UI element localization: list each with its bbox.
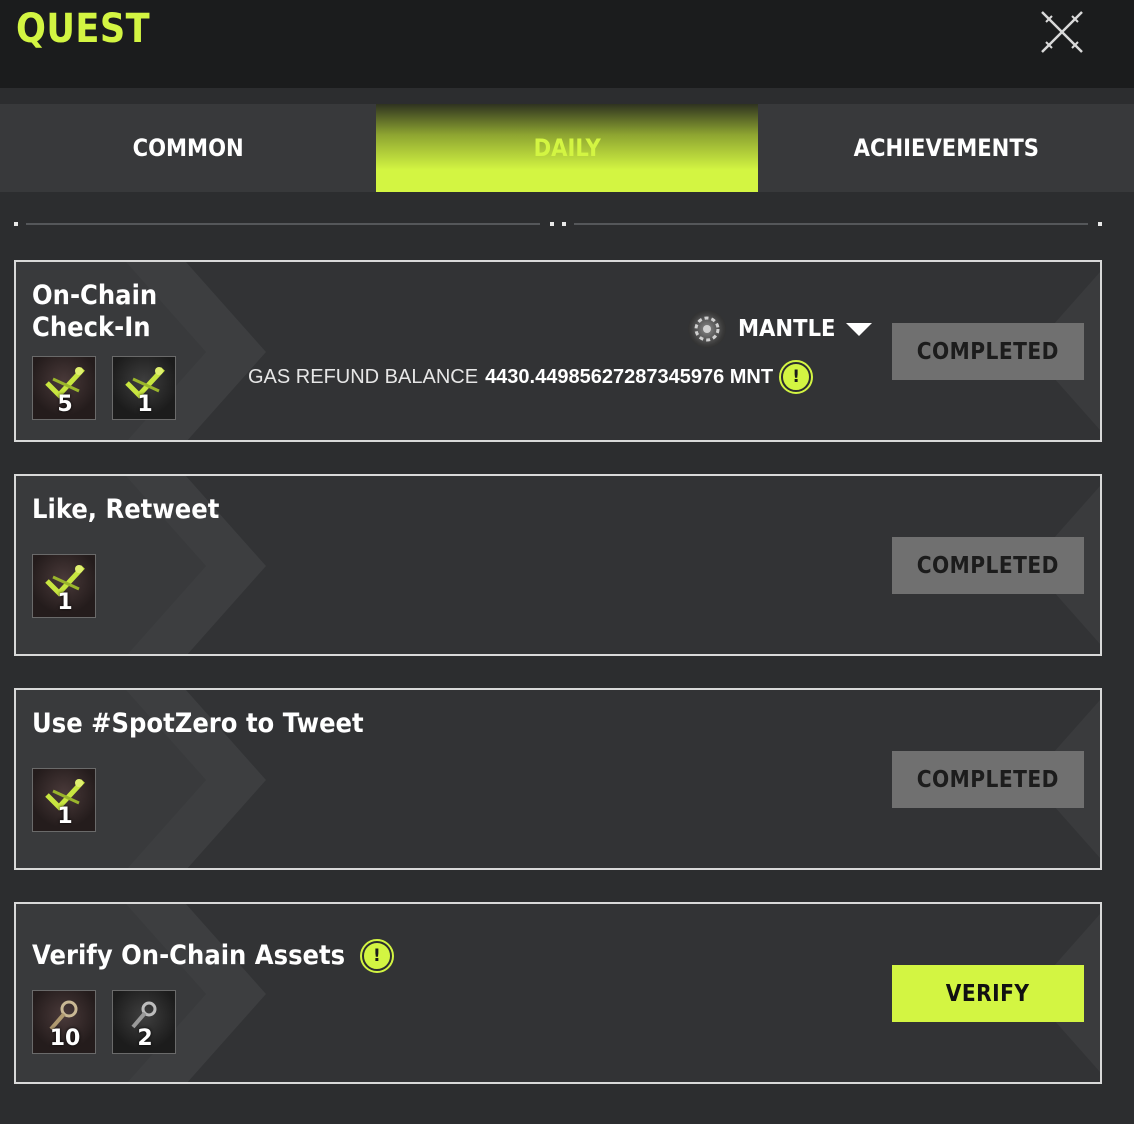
reward-count: 10 [49, 1026, 81, 1051]
gas-refund-balance: GAS REFUND BALANCE 4430.4498562728734597… [248, 360, 814, 394]
quest-title-row: Verify On-Chain Assets ! [32, 939, 394, 973]
completed-button[interactable]: COMPLETED [892, 537, 1084, 594]
network-selector[interactable]: MANTLE [688, 310, 872, 348]
status-label: VERIFY [946, 980, 1030, 1007]
completed-button[interactable]: COMPLETED [892, 323, 1084, 380]
tab-daily-label: DAILY [533, 134, 601, 162]
reward-item: 1 [32, 768, 96, 832]
divider-dot [1098, 222, 1102, 226]
completed-button[interactable]: COMPLETED [892, 751, 1084, 808]
quest-rewards: 1 [32, 554, 96, 618]
close-button[interactable] [1038, 8, 1086, 56]
reward-item: 5 [32, 356, 96, 420]
tab-achievements[interactable]: ACHIEVEMENTS [758, 104, 1134, 192]
quest-card-like-retweet: Like, Retweet 1 COMPLETED [14, 474, 1102, 656]
status-label: COMPLETED [916, 766, 1060, 793]
divider-dot [562, 222, 566, 226]
gas-refund-label: GAS REFUND BALANCE [248, 365, 479, 388]
close-icon [1041, 11, 1083, 53]
page-title: QUEST [16, 6, 151, 52]
quest-title: Like, Retweet [32, 494, 220, 525]
tab-common[interactable]: COMMON [0, 104, 376, 192]
reward-count: 1 [57, 804, 73, 829]
info-icon[interactable]: ! [359, 939, 394, 973]
header-spacer [0, 88, 1134, 104]
reward-item: 10 [32, 990, 96, 1054]
divider-dot [550, 222, 554, 226]
network-name: MANTLE [738, 316, 836, 342]
quest-rewards: 1 [32, 768, 96, 832]
tab-achievements-label: ACHIEVEMENTS [853, 134, 1039, 162]
gas-refund-value: 4430.44985627287345976 MNT [485, 365, 774, 388]
reward-item: 2 [112, 990, 176, 1054]
reward-count: 5 [57, 392, 73, 417]
quest-card-use-spotzero-tweet: Use #SpotZero to Tweet 1 COMPLETED [14, 688, 1102, 870]
quest-card-verify-on-chain-assets: Verify On-Chain Assets ! 10 2 VERIFY [14, 902, 1102, 1084]
quest-title: On-Chain Check-In [32, 280, 158, 343]
quest-title: Use #SpotZero to Tweet [32, 708, 364, 739]
quest-title: Verify On-Chain Assets [32, 940, 346, 971]
status-label: COMPLETED [916, 552, 1060, 579]
section-divider [574, 223, 1088, 225]
reward-item: 1 [32, 554, 96, 618]
reward-count: 2 [137, 1026, 153, 1051]
verify-button[interactable]: VERIFY [892, 965, 1084, 1022]
status-label: COMPLETED [916, 338, 1060, 365]
quest-rewards: 10 2 [32, 990, 176, 1054]
quest-rewards: 5 1 [32, 356, 176, 420]
section-divider [26, 223, 540, 225]
mantle-logo-icon [688, 310, 726, 348]
reward-count: 1 [137, 392, 153, 417]
caret-down-icon [846, 322, 872, 336]
divider-dot [14, 222, 18, 226]
quest-header: QUEST [0, 0, 1134, 88]
reward-count: 1 [57, 590, 73, 615]
reward-item: 1 [112, 356, 176, 420]
quest-card-on-chain-check-in: On-Chain Check-In 5 1 MANTLE GAS REFUND … [14, 260, 1102, 442]
tab-daily[interactable]: DAILY [376, 104, 758, 192]
quest-tabs: COMMON DAILY ACHIEVEMENTS [0, 104, 1134, 192]
info-icon[interactable]: ! [779, 360, 814, 394]
tab-common-label: COMMON [132, 134, 244, 162]
